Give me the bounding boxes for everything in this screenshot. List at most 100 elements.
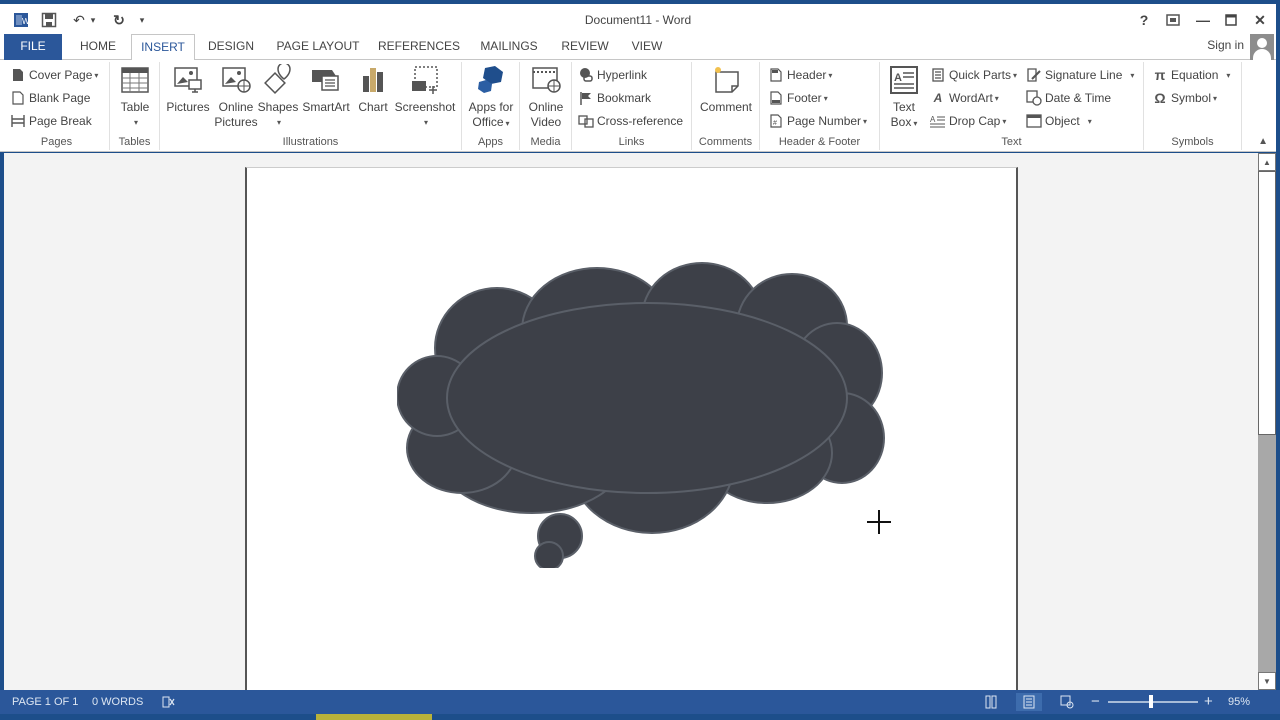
tab-insert[interactable]: INSERT xyxy=(131,34,195,61)
online-video-button[interactable]: Online Video xyxy=(526,64,566,130)
equation-button[interactable]: π Equation ▾ xyxy=(1152,65,1231,85)
cross-reference-icon xyxy=(578,113,594,129)
shapes-icon xyxy=(262,62,294,96)
tab-view[interactable]: VIEW xyxy=(626,34,668,60)
zoom-slider[interactable] xyxy=(1108,701,1198,703)
zoom-out-button[interactable]: − xyxy=(1091,693,1100,710)
zoom-slider-thumb[interactable] xyxy=(1148,695,1153,708)
cross-reference-button[interactable]: Cross-reference xyxy=(578,111,683,131)
close-icon[interactable]: ✕ xyxy=(1251,12,1269,28)
apps-for-office-button[interactable]: Apps for Office ▾ xyxy=(466,64,516,131)
tab-mailings[interactable]: MAILINGS xyxy=(474,34,544,60)
symbol-button[interactable]: Ω Symbol ▾ xyxy=(1152,88,1217,108)
tab-file[interactable]: FILE xyxy=(4,34,62,60)
header-button[interactable]: Header ▾ xyxy=(768,65,832,85)
drop-cap-button[interactable]: A Drop Cap ▾ xyxy=(930,111,1006,131)
tab-home[interactable]: HOME xyxy=(72,34,124,60)
table-button[interactable]: Table ▾ xyxy=(118,64,152,130)
comment-label: Comment xyxy=(699,100,752,114)
shapes-button[interactable]: Shapes ▾ xyxy=(257,62,299,130)
title-bar: W ↶ ▾ ↻ ▾ Document11 - Word ? — ✕ xyxy=(0,4,1276,34)
tab-page-layout[interactable]: PAGE LAYOUT xyxy=(272,34,364,60)
document-title: Document11 - Word xyxy=(584,13,692,27)
screenshot-label: Screenshot xyxy=(394,100,456,114)
ribbon-tabs: FILE HOME INSERT DESIGN PAGE LAYOUT REFE… xyxy=(0,34,1276,61)
ribbon-display-options-icon[interactable] xyxy=(1164,12,1182,28)
group-media: Online Video Media xyxy=(520,62,572,150)
object-button[interactable]: Object ▾ xyxy=(1026,111,1092,131)
online-pictures-icon xyxy=(220,64,252,96)
word-count-status[interactable]: 0 WORDS xyxy=(92,696,143,708)
quick-parts-label: Quick Parts xyxy=(949,68,1012,82)
online-video-label: Online xyxy=(528,100,564,114)
bookmark-icon xyxy=(578,90,594,106)
group-text: A Text Box ▾ Quick Parts ▾ A WordArt ▾ A Dr… xyxy=(880,62,1144,150)
online-pictures-button[interactable]: Online Pictures xyxy=(212,64,260,130)
smartart-label: SmartArt xyxy=(302,100,350,114)
bookmark-label: Bookmark xyxy=(597,91,652,105)
tab-references[interactable]: REFERENCES xyxy=(378,34,460,60)
screenshot-icon xyxy=(409,64,441,96)
apps-for-office-icon xyxy=(475,64,507,96)
maximize-icon[interactable] xyxy=(1222,12,1240,28)
scrollbar-thumb[interactable] xyxy=(1258,171,1276,435)
pictures-icon xyxy=(172,64,204,96)
collapse-ribbon-icon[interactable]: ▲ xyxy=(1258,136,1268,147)
page-break-button[interactable]: Page Break xyxy=(10,111,92,131)
text-box-button[interactable]: A Text Box ▾ xyxy=(886,64,922,131)
chart-button[interactable]: Chart xyxy=(354,64,392,115)
bookmark-button[interactable]: Bookmark xyxy=(578,88,651,108)
shapes-label: Shapes xyxy=(257,100,299,114)
page-count-status[interactable]: PAGE 1 OF 1 xyxy=(12,696,78,708)
symbol-label: Symbol xyxy=(1171,91,1212,105)
group-label-media: Media xyxy=(530,136,561,148)
user-avatar-icon[interactable] xyxy=(1250,34,1274,60)
group-links: Hyperlink Bookmark Cross-reference Links xyxy=(572,62,692,150)
equation-label: Equation xyxy=(1171,68,1219,82)
wordart-button[interactable]: A WordArt ▾ xyxy=(930,88,999,108)
cover-page-button[interactable]: Cover Page ▾ xyxy=(10,65,98,85)
date-time-label: Date & Time xyxy=(1045,91,1112,105)
smartart-icon xyxy=(310,64,342,96)
document-page[interactable] xyxy=(245,167,1018,690)
taskbar-highlight xyxy=(316,714,432,720)
group-apps: Apps for Office ▾ Apps xyxy=(462,62,520,150)
minimize-icon[interactable]: — xyxy=(1194,12,1212,28)
scroll-up-icon[interactable]: ▲ xyxy=(1258,153,1276,171)
tab-review[interactable]: REVIEW xyxy=(558,34,612,60)
scroll-down-icon[interactable]: ▼ xyxy=(1258,672,1276,690)
cloud-body xyxy=(397,262,885,534)
new-comment-button[interactable]: Comment xyxy=(696,64,756,115)
tab-design[interactable]: DESIGN xyxy=(203,34,259,60)
quick-parts-button[interactable]: Quick Parts ▾ xyxy=(930,65,1017,85)
footer-button[interactable]: Footer ▾ xyxy=(768,88,828,108)
omega-icon: Ω xyxy=(1154,90,1166,106)
screenshot-button[interactable]: Screenshot ▾ xyxy=(394,64,456,130)
page-number-button[interactable]: # Page Number ▾ xyxy=(768,111,867,131)
group-label-apps: Apps xyxy=(477,136,504,148)
zoom-in-button[interactable]: + xyxy=(1204,693,1213,710)
group-comments: Comment Comments xyxy=(692,62,760,150)
signature-line-button[interactable]: Signature Line ▾ xyxy=(1026,65,1134,85)
group-label-links: Links xyxy=(618,136,645,148)
web-layout-icon[interactable] xyxy=(1054,693,1080,711)
svg-text:A: A xyxy=(930,115,936,124)
footer-icon xyxy=(768,90,784,106)
hyperlink-button[interactable]: Hyperlink xyxy=(578,65,647,85)
vertical-scrollbar[interactable]: ▲ ▼ xyxy=(1258,153,1276,690)
sign-in-link[interactable]: Sign in xyxy=(1207,38,1244,52)
help-icon[interactable]: ? xyxy=(1135,12,1153,28)
read-mode-icon[interactable] xyxy=(978,693,1004,711)
smartart-button[interactable]: SmartArt xyxy=(300,64,352,115)
proofing-icon[interactable] xyxy=(162,696,176,711)
print-layout-icon[interactable] xyxy=(1016,693,1042,711)
apps-for-office-label-2: Office ▾ xyxy=(472,115,510,129)
pictures-button[interactable]: Pictures xyxy=(166,64,210,115)
date-time-button[interactable]: Date & Time xyxy=(1026,88,1111,108)
chart-label: Chart xyxy=(358,100,388,114)
blank-page-button[interactable]: Blank Page xyxy=(10,88,90,108)
cloud-callout-shape[interactable] xyxy=(397,248,897,568)
zoom-level[interactable]: 95% xyxy=(1228,696,1250,708)
group-symbols: π Equation ▾ Ω Symbol ▾ Symbols xyxy=(1144,62,1242,150)
cross-reference-label: Cross-reference xyxy=(597,114,684,128)
